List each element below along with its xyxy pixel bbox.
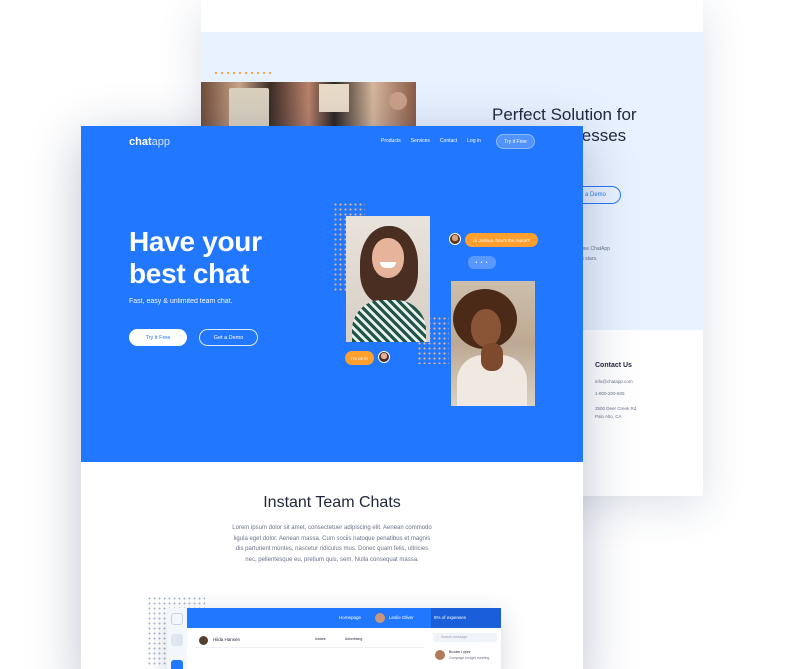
logo-bold: chat <box>129 136 152 148</box>
contact-info: info@chatapp.com 1-800-200-505 3500 Deer… <box>595 376 695 423</box>
back-team-photo <box>201 82 416 130</box>
contact-name: Hilda Hansen <box>213 637 241 642</box>
back-dots-decoration <box>213 70 273 78</box>
avatar <box>449 233 461 245</box>
app-stat: 5% of expenses <box>434 615 467 620</box>
photo-window <box>229 88 269 128</box>
logo[interactable]: chatapp <box>129 136 170 148</box>
get-demo-button[interactable]: Get a Demo <box>199 329 258 346</box>
stage: Perfect Solution for Small Businesses Ge… <box>0 0 785 669</box>
portrait-photo-1 <box>346 216 430 342</box>
app-preview: Homepage Leslie Oliver 5% of expenses Hi… <box>167 608 501 669</box>
back-description: use ChatApp 5 stars. <box>581 244 661 264</box>
typing-indicator: • • • <box>468 256 496 269</box>
message-preview: Compage budget meeting <box>449 656 490 660</box>
app-user-name[interactable]: Leslie Oliver <box>389 615 414 620</box>
photo-person <box>389 92 407 110</box>
avatar <box>435 650 445 660</box>
table-cell: Advertising <box>345 637 363 641</box>
avatar <box>378 351 390 363</box>
contact-phone[interactable]: 1-800-200-505 <box>595 388 695 400</box>
photo-window <box>319 84 349 112</box>
features-title: Instant Team Chats <box>263 494 401 511</box>
chat-icon[interactable] <box>171 660 183 669</box>
nav-contact[interactable]: Contact <box>440 138 457 144</box>
table-row[interactable]: Hilda Hansen Instant Advertising <box>195 634 425 648</box>
avatar[interactable] <box>375 613 385 623</box>
avatar <box>199 636 208 645</box>
contact-email[interactable]: info@chatapp.com <box>595 376 695 388</box>
nav-services[interactable]: Services <box>411 138 430 144</box>
app-homepage-link[interactable]: Homepage <box>339 615 361 620</box>
try-free-button[interactable]: Try it Free <box>129 329 187 346</box>
photo-face <box>372 238 404 278</box>
photo-body <box>352 300 426 342</box>
photo-face <box>471 309 501 347</box>
hero-section: chatapp Products Services Contact Log in… <box>81 126 583 462</box>
message-sender: Brooke Lopez <box>449 650 471 654</box>
portrait-photo-2 <box>451 281 535 406</box>
home-icon[interactable] <box>171 634 183 646</box>
hero-subline: Fast, easy & unlimited team chat. <box>129 298 233 305</box>
contact-title: Contact Us <box>595 362 632 369</box>
top-nav: Products Services Contact Log in <box>381 138 481 144</box>
logo-light: app <box>151 136 170 148</box>
headline-line-2: best chat <box>129 258 250 289</box>
front-page-preview: chatapp Products Services Contact Log in… <box>81 126 583 669</box>
headline-line-1: Have your <box>129 226 262 257</box>
chat-bubble: I'm on it! <box>345 351 374 365</box>
chat-bubble: Hi Joshua, how's the report? <box>465 233 538 247</box>
table-cell: Instant <box>315 637 326 641</box>
photo-arm <box>481 343 503 371</box>
back-desc-line: 5 stars. <box>581 256 598 262</box>
contact-address-2: Palo Alto, CA <box>595 414 622 419</box>
back-desc-line: use ChatApp <box>581 246 610 252</box>
hero-headline: Have your best chat <box>129 226 349 290</box>
nav-login[interactable]: Log in <box>467 138 481 144</box>
features-text: Lorem ipsum dolor sit amet, consectetuer… <box>232 525 432 563</box>
app-sidebar <box>167 608 187 669</box>
nav-products[interactable]: Products <box>381 138 401 144</box>
sidebar-icon[interactable] <box>171 613 183 625</box>
search-input[interactable]: Search message <box>433 633 497 642</box>
try-free-nav-button[interactable]: Try it Free <box>496 134 535 149</box>
